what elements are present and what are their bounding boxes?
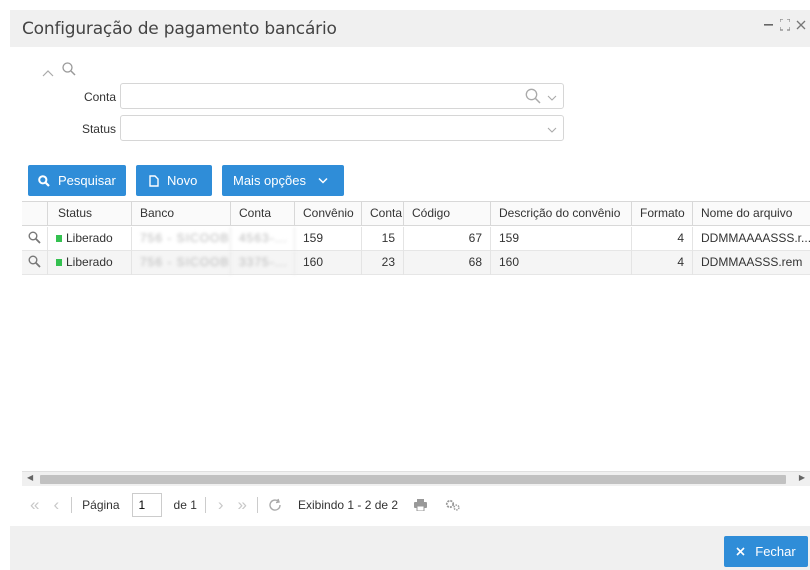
conta-label: Conta <box>83 90 116 104</box>
next-page-icon[interactable]: › <box>218 495 224 515</box>
conta-numero-cell: 23 <box>362 251 404 275</box>
more-options-button[interactable]: Mais opções <box>222 165 344 196</box>
arquivo-cell: DDMMAASSS.rem <box>701 255 803 269</box>
status-cell: Liberado <box>48 227 132 251</box>
dialog-window: Configuração de pagamento bancário Conta… <box>10 10 810 570</box>
maximize-icon[interactable] <box>779 18 791 34</box>
page-number-input[interactable] <box>131 493 162 517</box>
codigo-cell: 67 <box>404 227 491 251</box>
search-icon <box>38 174 50 187</box>
grid-header: Status Banco Conta Convênio Conta Código… <box>22 202 810 226</box>
conta-field[interactable] <box>120 83 564 109</box>
dialog-footer: Fechar <box>10 526 810 570</box>
last-page-icon[interactable]: » <box>238 495 247 515</box>
descricao-cell: 160 <box>491 251 632 275</box>
new-button[interactable]: Novo <box>136 165 212 196</box>
column-header-conta-numero[interactable]: Conta <box>362 202 404 226</box>
search-icon <box>28 255 41 268</box>
pager-divider <box>204 497 206 513</box>
search-icon <box>62 62 76 79</box>
formato-cell: 4 <box>632 227 693 251</box>
column-header-descricao[interactable]: Descrição do convênio <box>491 202 632 226</box>
column-header-actions <box>22 202 48 226</box>
pagination-bar: « ‹ Página de 1 › » Exibindo 1 - 2 de 2 <box>22 490 810 520</box>
close-button[interactable]: Fechar <box>724 536 808 567</box>
search-icon <box>28 231 41 244</box>
column-header-codigo[interactable]: Código <box>404 202 491 226</box>
view-row-button[interactable] <box>22 251 48 275</box>
page-label: Página <box>82 498 120 512</box>
scroll-left-icon[interactable]: ◀ <box>27 473 33 482</box>
new-button-label: Novo <box>167 173 198 188</box>
column-header-conta[interactable]: Conta <box>231 202 295 226</box>
table-row[interactable]: Liberado 756 - SICOOB 4563-... 159 15 67… <box>22 227 810 251</box>
page-count-label: de 1 <box>173 498 197 512</box>
descricao-cell: 159 <box>491 227 632 251</box>
convenio-cell: 160 <box>295 251 362 275</box>
chevron-down-icon[interactable] <box>547 91 557 105</box>
column-header-formato[interactable]: Formato <box>632 202 693 226</box>
column-header-convenio[interactable]: Convênio <box>295 202 362 226</box>
document-icon <box>149 174 159 187</box>
close-icon <box>736 547 745 556</box>
first-page-icon[interactable]: « <box>30 495 39 515</box>
column-header-arquivo[interactable]: Nome do arquivo <box>693 202 810 226</box>
status-select[interactable] <box>120 115 564 141</box>
gears-icon[interactable] <box>445 499 461 511</box>
convenio-cell: 159 <box>295 227 362 251</box>
chevron-up-icon[interactable] <box>42 66 54 80</box>
scroll-right-icon[interactable]: ▶ <box>799 473 805 482</box>
refresh-icon[interactable] <box>268 498 282 512</box>
horizontal-scrollbar[interactable]: ◀ ▶ <box>22 471 810 486</box>
title-bar: Configuração de pagamento bancário <box>10 10 810 47</box>
conta-cell: 4563-... <box>231 227 295 251</box>
more-options-label: Mais opções <box>233 173 306 188</box>
search-icon[interactable] <box>525 88 541 107</box>
status-label: Status <box>81 122 116 136</box>
pager-divider <box>71 497 73 513</box>
conta-numero-cell: 15 <box>362 227 404 251</box>
codigo-cell: 68 <box>404 251 491 275</box>
view-row-button[interactable] <box>22 227 48 251</box>
column-header-banco[interactable]: Banco <box>132 202 231 226</box>
conta-cell: 3375-... <box>231 251 295 275</box>
formato-cell: 4 <box>632 251 693 275</box>
print-icon[interactable] <box>414 499 428 511</box>
display-count-text: Exibindo 1 - 2 de 2 <box>298 498 399 512</box>
minimize-icon[interactable] <box>764 17 774 34</box>
window-title: Configuração de pagamento bancário <box>22 19 337 39</box>
search-button-label: Pesquisar <box>58 173 116 188</box>
results-grid: Status Banco Conta Convênio Conta Código… <box>22 201 810 466</box>
status-indicator <box>56 259 62 266</box>
table-row[interactable]: Liberado 756 - SICOOB 3375-... 160 23 68… <box>22 251 810 275</box>
previous-page-icon[interactable]: ‹ <box>53 495 59 515</box>
scrollbar-thumb[interactable] <box>40 475 786 484</box>
status-cell: Liberado <box>48 251 132 275</box>
banco-cell: 756 - SICOOB <box>132 227 231 251</box>
status-indicator <box>56 235 62 242</box>
pager-divider <box>257 497 259 513</box>
column-header-status[interactable]: Status <box>48 202 132 226</box>
chevron-down-icon <box>318 177 328 184</box>
search-button[interactable]: Pesquisar <box>28 165 126 196</box>
arquivo-cell: DDMMAAAASSS.r... <box>701 231 810 245</box>
close-button-label: Fechar <box>755 544 796 559</box>
chevron-down-icon[interactable] <box>547 123 557 137</box>
close-icon[interactable] <box>796 19 806 34</box>
banco-cell: 756 - SICOOB <box>132 251 231 275</box>
